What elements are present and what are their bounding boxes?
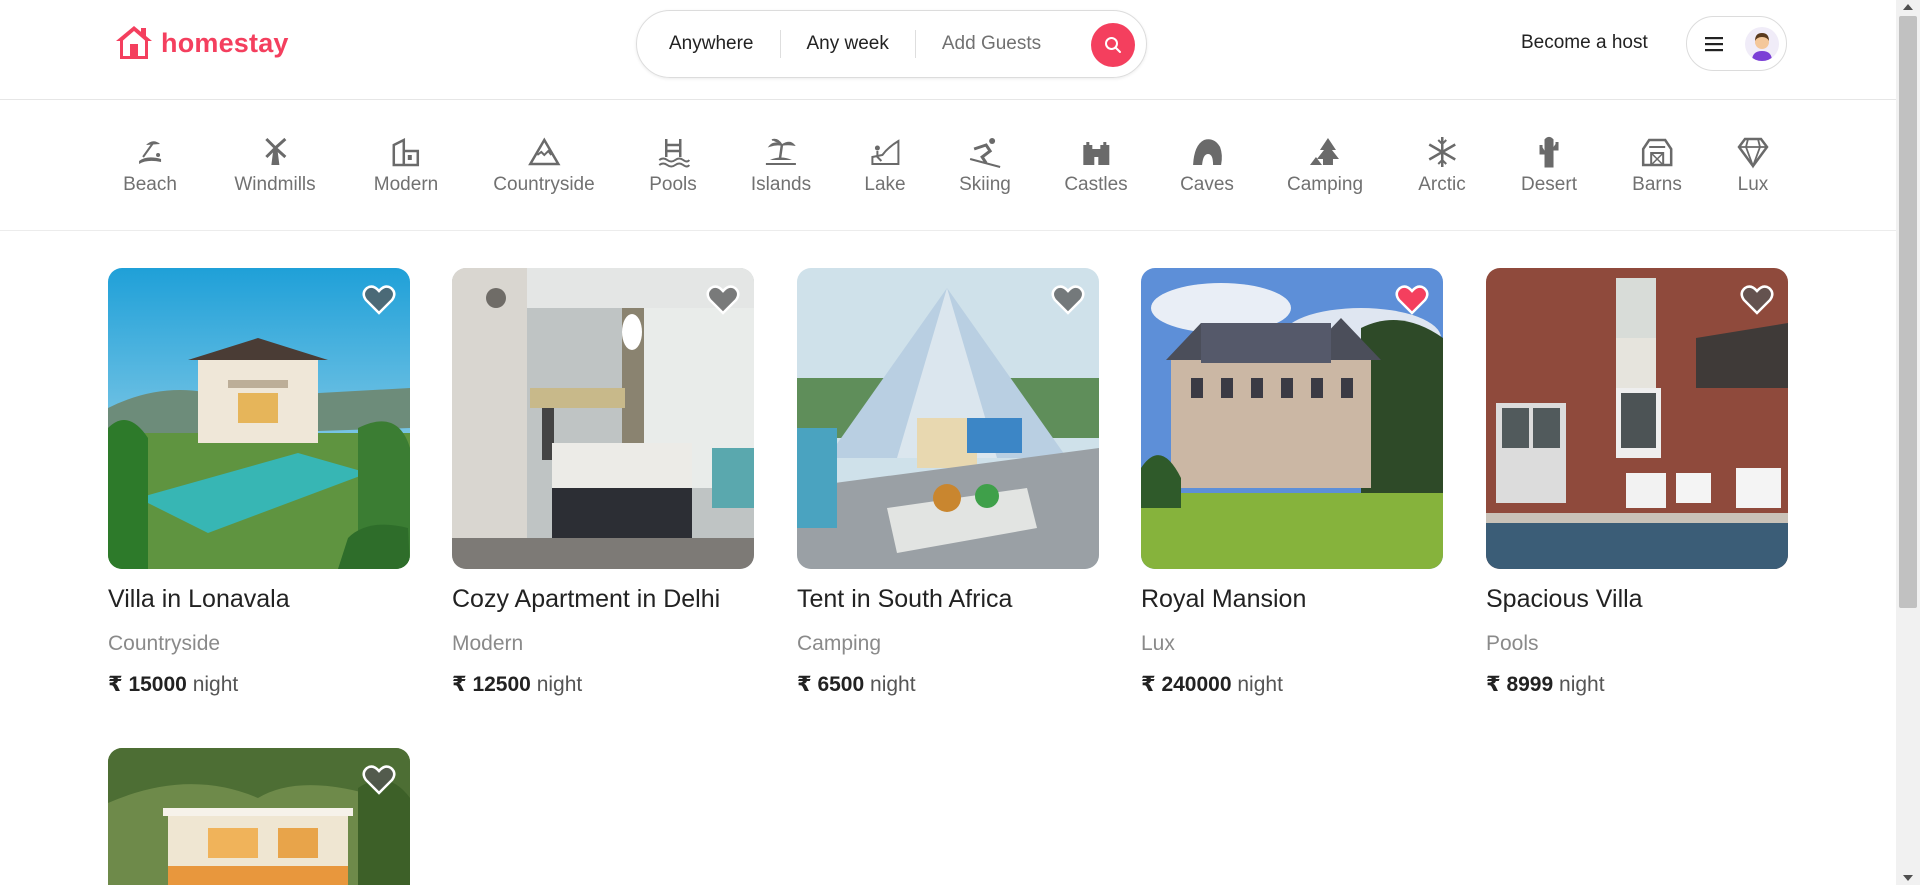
snowflake-icon: [1428, 137, 1456, 167]
hamburger-icon: [1705, 36, 1723, 51]
lake-icon: [870, 139, 899, 165]
category-caves[interactable]: Caves: [1180, 135, 1234, 196]
listing-card[interactable]: [108, 748, 410, 885]
category-camping[interactable]: Camping: [1287, 135, 1363, 196]
mountain-icon: [527, 137, 561, 166]
heart-icon[interactable]: [362, 764, 396, 796]
search-guests[interactable]: Add Guests: [942, 33, 1041, 55]
category-islands[interactable]: Islands: [751, 135, 811, 196]
listing-title[interactable]: Royal Mansion: [1141, 585, 1443, 614]
user-menu-button[interactable]: [1686, 16, 1787, 71]
divider: [779, 30, 781, 58]
listing-card[interactable]: Royal Mansion Lux ₹ 240000 night: [1141, 268, 1443, 697]
listing-card[interactable]: Villa in Lonavala Countryside ₹ 15000 ni…: [108, 268, 410, 697]
category-pools[interactable]: Pools: [649, 135, 697, 196]
avatar: [1745, 26, 1779, 61]
brand-name: homestay: [161, 27, 289, 58]
category-bar: Beach Windmills Modern Countryside Pools…: [0, 101, 1896, 231]
listing-card[interactable]: Cozy Apartment in Delhi Modern ₹ 12500 n…: [452, 268, 754, 697]
category-countryside[interactable]: Countryside: [493, 135, 595, 196]
scroll-up-arrow-icon[interactable]: [1903, 4, 1913, 10]
barn-icon: [1641, 138, 1673, 167]
listing-category: Pools: [1486, 632, 1539, 655]
diamond-icon: [1737, 137, 1769, 169]
heart-icon[interactable]: [706, 284, 740, 316]
listing-price: ₹ 240000 night: [1141, 673, 1283, 696]
island-icon: [765, 138, 796, 165]
heart-icon[interactable]: [1740, 284, 1774, 316]
listing-price: ₹ 12500 night: [452, 673, 583, 696]
listing-price: ₹ 8999 night: [1486, 673, 1605, 696]
pool-icon: [658, 139, 690, 168]
category-lake[interactable]: Lake: [864, 135, 906, 196]
become-host-link[interactable]: Become a host: [1521, 32, 1648, 54]
listing-image[interactable]: [108, 268, 410, 569]
listing-image[interactable]: [108, 748, 410, 885]
heart-icon[interactable]: [362, 284, 396, 316]
cactus-icon: [1539, 137, 1559, 168]
listing-category: Camping: [797, 632, 882, 655]
castle-icon: [1082, 142, 1109, 165]
page-scrollbar[interactable]: [1896, 0, 1920, 885]
category-castles[interactable]: Castles: [1064, 135, 1128, 196]
scroll-down-arrow-icon[interactable]: [1903, 875, 1913, 881]
listing-title[interactable]: Cozy Apartment in Delhi: [452, 585, 754, 614]
listing-title[interactable]: Spacious Villa: [1486, 585, 1788, 614]
heart-icon[interactable]: [1051, 284, 1085, 316]
search-when[interactable]: Any week: [807, 33, 889, 55]
category-beach[interactable]: Beach: [123, 135, 177, 196]
listing-category: Countryside: [108, 632, 221, 655]
category-desert[interactable]: Desert: [1521, 135, 1577, 196]
listing-image[interactable]: [452, 268, 754, 569]
header: homestay Anywhere Any week Add Guests Be…: [0, 0, 1896, 100]
category-barns[interactable]: Barns: [1632, 135, 1682, 196]
heart-icon-active[interactable]: [1395, 284, 1429, 316]
category-skiing[interactable]: Skiing: [959, 135, 1011, 196]
listing-category: Lux: [1141, 632, 1175, 655]
listing-price: ₹ 6500 night: [797, 673, 916, 696]
beach-icon: [139, 141, 161, 164]
listing-card[interactable]: Spacious Villa Pools ₹ 8999 night: [1486, 268, 1788, 697]
user-avatar-icon: [1752, 32, 1772, 61]
windmill-icon: [264, 137, 287, 165]
listing-category: Modern: [452, 632, 524, 655]
listing-title[interactable]: Tent in South Africa: [797, 585, 1099, 614]
category-windmills[interactable]: Windmills: [234, 135, 316, 196]
category-lux[interactable]: Lux: [1736, 135, 1770, 196]
logo[interactable]: homestay: [113, 22, 289, 64]
search-button[interactable]: [1091, 23, 1135, 67]
category-arctic[interactable]: Arctic: [1418, 135, 1466, 196]
modern-building-icon: [392, 137, 420, 167]
listing-title[interactable]: Villa in Lonavala: [108, 585, 410, 614]
skiing-icon: [969, 138, 1001, 168]
listing-card[interactable]: Tent in South Africa Camping ₹ 6500 nigh…: [797, 268, 1099, 697]
cave-icon: [1192, 139, 1222, 165]
listing-image[interactable]: [797, 268, 1099, 569]
search-bar[interactable]: Anywhere Any week Add Guests: [636, 10, 1147, 78]
listing-image[interactable]: [1141, 268, 1443, 569]
house-logo-icon: [116, 26, 152, 59]
scroll-thumb[interactable]: [1899, 16, 1917, 608]
listing-price: ₹ 15000 night: [108, 673, 239, 696]
camping-icon: [1309, 138, 1339, 165]
search-where[interactable]: Anywhere: [669, 33, 754, 55]
category-modern[interactable]: Modern: [374, 135, 438, 196]
listing-image[interactable]: [1486, 268, 1788, 569]
divider: [914, 30, 916, 58]
search-icon: [1105, 37, 1121, 53]
